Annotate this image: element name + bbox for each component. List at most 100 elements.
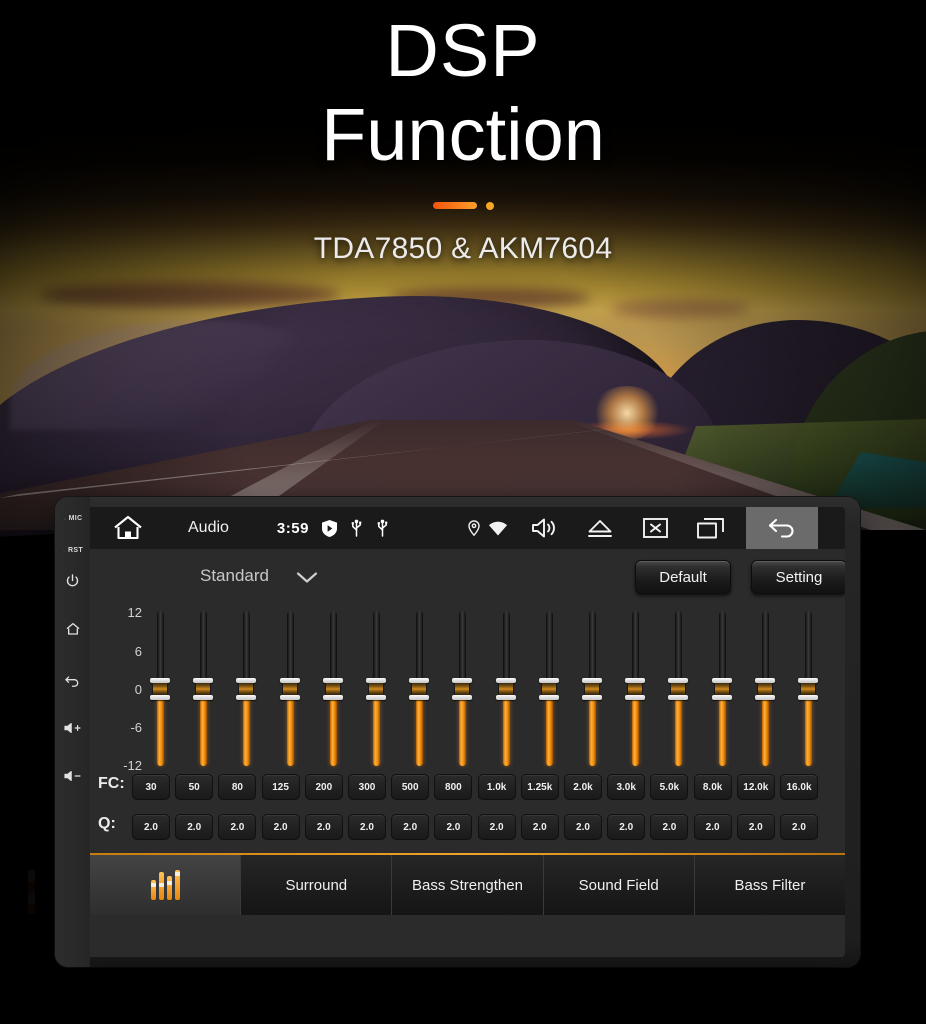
eq-slider-band-9[interactable] (495, 606, 516, 771)
recent-apps-icon[interactable] (697, 517, 724, 539)
eq-slider-band-15[interactable] (754, 606, 775, 771)
fc-cell[interactable]: 12.0k (736, 774, 775, 800)
slider-thumb[interactable] (322, 678, 343, 700)
slider-thumb[interactable] (754, 678, 775, 700)
fc-cell[interactable]: 16.0k (780, 774, 818, 800)
q-cell[interactable]: 2.0 (736, 814, 775, 840)
tab-bass-filter[interactable]: Bass Filter (694, 855, 845, 915)
speaker-icon[interactable] (531, 517, 557, 539)
eq-slider-band-12[interactable] (625, 606, 646, 771)
close-box-icon[interactable] (643, 518, 668, 538)
wifi-icon[interactable] (488, 521, 507, 536)
slider-thumb[interactable] (538, 678, 559, 700)
q-cell[interactable]: 2.0 (391, 814, 430, 840)
tab-bass-strengthen[interactable]: Bass Strengthen (392, 855, 544, 915)
slider-thumb[interactable] (236, 678, 257, 700)
thumb-core (324, 683, 341, 695)
preset-selector-label[interactable]: Standard (200, 566, 269, 586)
home-icon[interactable] (113, 515, 143, 541)
q-cell[interactable]: 2.0 (693, 814, 732, 840)
thumb-core (454, 683, 471, 695)
back-arrow-icon[interactable] (745, 507, 818, 549)
fc-cell[interactable]: 80 (218, 774, 257, 800)
eq-slider-band-4[interactable] (279, 606, 300, 771)
eq-slider-band-6[interactable] (366, 606, 386, 771)
slider-thumb[interactable] (452, 678, 473, 700)
slider-thumb[interactable] (150, 678, 170, 700)
tab-surround[interactable]: Surround (241, 855, 393, 915)
q-cell[interactable]: 2.0 (218, 814, 257, 840)
eq-slider-band-1[interactable] (150, 606, 170, 771)
fc-cell[interactable]: 125 (261, 774, 300, 800)
slider-thumb[interactable] (495, 678, 516, 700)
volume-up-button[interactable] (55, 721, 90, 735)
fc-cell[interactable]: 300 (348, 774, 386, 800)
slider-thumb[interactable] (193, 678, 214, 700)
eject-icon[interactable] (587, 518, 613, 538)
fc-cell[interactable]: 50 (175, 774, 214, 800)
slider-thumb[interactable] (625, 678, 646, 700)
thumb-core (670, 683, 687, 695)
slider-thumb[interactable] (668, 678, 689, 700)
slider-thumb[interactable] (798, 678, 818, 700)
eq-slider-band-10[interactable] (538, 606, 559, 771)
q-cell[interactable]: 2.0 (434, 814, 473, 840)
q-cell[interactable]: 2.0 (564, 814, 602, 840)
power-button[interactable] (55, 573, 90, 588)
thumb-bar (322, 695, 343, 700)
q-cell[interactable]: 2.0 (175, 814, 214, 840)
q-cell[interactable]: 2.0 (650, 814, 689, 840)
q-cell[interactable]: 2.0 (780, 814, 818, 840)
eq-slider-band-3[interactable] (236, 606, 257, 771)
fc-cell[interactable]: 1.0k (477, 774, 516, 800)
eq-slider-band-13[interactable] (668, 606, 689, 771)
q-cell[interactable]: 2.0 (477, 814, 516, 840)
fc-cell[interactable]: 200 (304, 774, 343, 800)
thumb-bar (538, 695, 559, 700)
eq-slider-band-2[interactable] (193, 606, 214, 771)
thumb-core (584, 683, 600, 695)
fc-cell[interactable]: 500 (391, 774, 430, 800)
fc-cell[interactable]: 2.0k (564, 774, 602, 800)
q-cell[interactable]: 2.0 (607, 814, 646, 840)
q-cell[interactable]: 2.0 (132, 814, 170, 840)
slider-thumb[interactable] (279, 678, 300, 700)
thumb-core (411, 683, 428, 695)
fc-cell[interactable]: 30 (132, 774, 170, 800)
fc-cell[interactable]: 1.25k (520, 774, 559, 800)
fc-cell[interactable]: 5.0k (650, 774, 689, 800)
slider-thumb[interactable] (366, 678, 386, 700)
slider-thumb[interactable] (409, 678, 430, 700)
tab-equalizer[interactable] (90, 855, 242, 915)
back-button[interactable] (55, 673, 90, 689)
eq-slider-band-7[interactable] (409, 606, 430, 771)
volume-down-button[interactable] (55, 769, 90, 783)
default-button[interactable]: Default (635, 560, 731, 594)
power-icon (65, 573, 80, 588)
eq-slider-band-14[interactable] (711, 606, 732, 771)
eq-slider-band-11[interactable] (582, 606, 602, 771)
q-cell[interactable]: 2.0 (304, 814, 343, 840)
eq-slider-band-5[interactable] (322, 606, 343, 771)
thumb-bar (193, 695, 214, 700)
q-cell[interactable]: 2.0 (348, 814, 386, 840)
slider-thumb[interactable] (711, 678, 732, 700)
slider-thumb[interactable] (582, 678, 602, 700)
fc-cell[interactable]: 800 (434, 774, 473, 800)
fc-cell[interactable]: 3.0k (607, 774, 646, 800)
tab-sound-field[interactable]: Sound Field (543, 855, 695, 915)
thumb-bar (798, 695, 818, 700)
setting-button[interactable]: Setting (751, 560, 845, 594)
eq-slider-band-16[interactable] (798, 606, 818, 771)
q-cell[interactable]: 2.0 (261, 814, 300, 840)
mic-led (62, 516, 67, 521)
home-button[interactable] (55, 621, 90, 637)
slider-fill (286, 689, 294, 766)
chevron-down-icon[interactable] (296, 571, 318, 589)
q-cell[interactable]: 2.0 (520, 814, 559, 840)
thumb-bar (236, 695, 257, 700)
eq-slider-band-8[interactable] (452, 606, 473, 771)
fc-cell[interactable]: 8.0k (693, 774, 732, 800)
reset-indicator[interactable]: RST (55, 547, 90, 554)
thumb-bar (711, 695, 732, 700)
